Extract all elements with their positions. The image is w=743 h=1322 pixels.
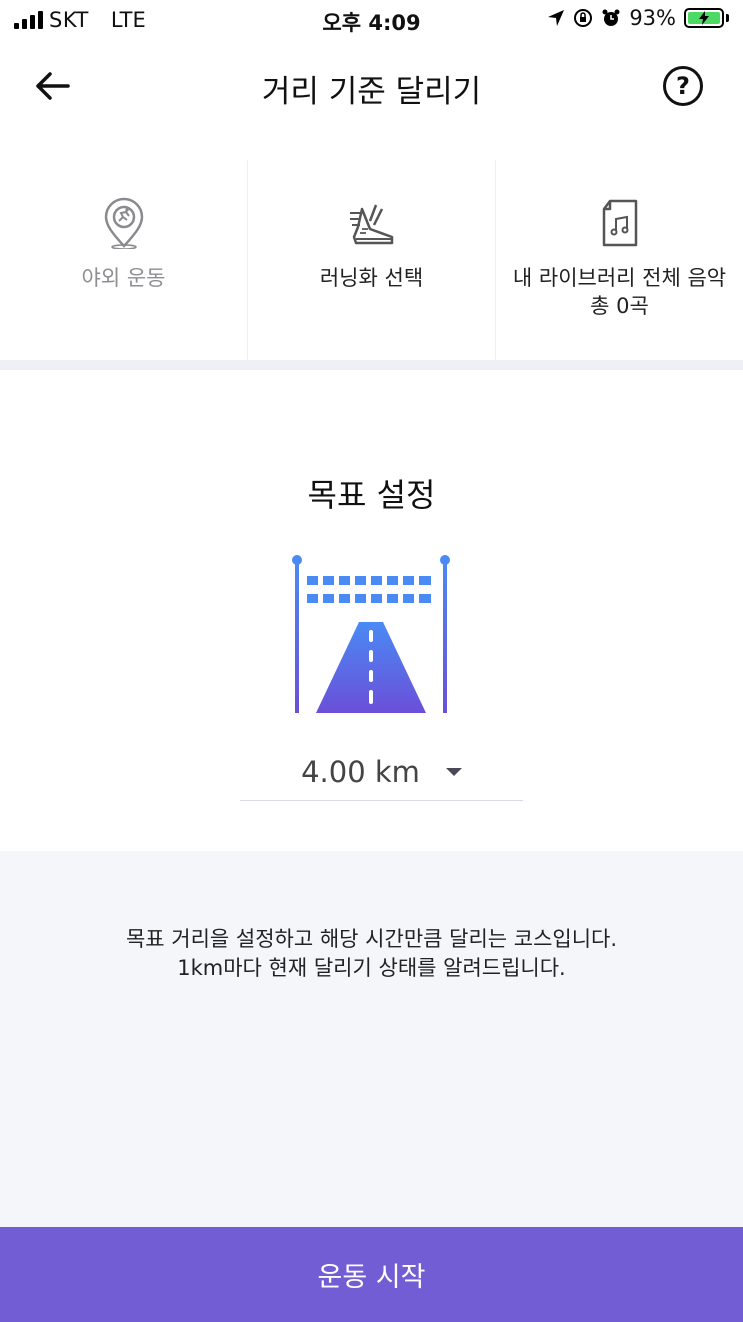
help-icon: ? — [676, 72, 690, 100]
info-line-1: 목표 거리을 설정하고 해당 시간만큼 달리는 코스입니다. — [125, 927, 618, 951]
music-library-option[interactable]: 내 라이브러리 전체 음악 총 0곡 — [495, 160, 743, 360]
finish-line-road-icon — [289, 552, 453, 720]
running-shoe-icon — [345, 196, 399, 250]
status-bar: SKT LTE 오후 4:09 93% — [0, 0, 743, 44]
music-library-label: 내 라이브러리 전체 음악 — [512, 266, 727, 290]
music-count-label: 총 0곡 — [590, 294, 649, 318]
battery-percent: 93% — [629, 6, 676, 30]
caret-down-icon — [445, 768, 462, 776]
section-divider — [0, 360, 743, 370]
rotation-lock-icon — [574, 9, 593, 27]
running-shoe-label: 러닝화 선택 — [319, 266, 424, 290]
info-line-2: 1km마다 현재 달리기 상태를 알려드립니다. — [177, 956, 566, 980]
help-button[interactable]: ? — [663, 66, 703, 106]
location-arrow-icon — [548, 10, 565, 26]
options-row: 야외 운동 러닝화 선택 내 라이브러리 전체 음악 총 0곡 — [0, 160, 743, 360]
page-title: 거리 기준 달리기 — [261, 74, 482, 110]
nav-bar: 거리 기준 달리기 ? — [0, 44, 743, 128]
info-text: 목표 거리을 설정하고 해당 시간만큼 달리는 코스입니다. 1km마다 현재 … — [0, 925, 743, 983]
running-shoe-option[interactable]: 러닝화 선택 — [247, 160, 495, 360]
info-panel: 목표 거리을 설정하고 해당 시간만큼 달리는 코스입니다. 1km마다 현재 … — [0, 851, 743, 1227]
status-right: 93% — [547, 6, 729, 30]
music-file-icon — [593, 196, 647, 250]
alarm-icon — [602, 9, 620, 26]
location-runner-icon — [97, 196, 151, 250]
distance-value: 4.00 km — [301, 755, 420, 789]
distance-dropdown[interactable]: 4.00 km — [240, 744, 523, 801]
goal-title: 목표 설정 — [307, 476, 436, 514]
battery-icon — [684, 8, 724, 28]
start-workout-button[interactable]: 운동 시작 — [0, 1227, 743, 1322]
battery-cap — [726, 14, 729, 22]
outdoor-workout-label: 야외 운동 — [81, 266, 166, 290]
outdoor-workout-option[interactable]: 야외 운동 — [0, 160, 247, 360]
